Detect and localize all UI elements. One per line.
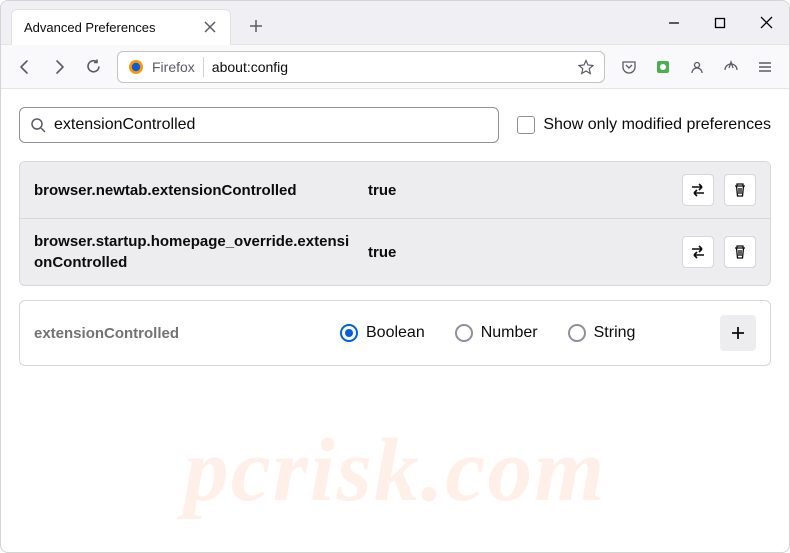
search-input[interactable] bbox=[54, 116, 488, 134]
address-bar[interactable]: Firefox about:config bbox=[117, 51, 605, 83]
address-divider bbox=[203, 57, 204, 77]
radio-boolean[interactable]: Boolean bbox=[340, 324, 425, 342]
radio-label: Boolean bbox=[366, 324, 425, 342]
add-pref-button[interactable] bbox=[720, 315, 756, 351]
radio-label: String bbox=[594, 324, 636, 342]
pref-value: true bbox=[368, 244, 396, 261]
delete-button[interactable] bbox=[724, 236, 756, 268]
about-config-content: Show only modified preferences browser.n… bbox=[1, 89, 789, 366]
pref-value: true bbox=[368, 182, 396, 199]
new-tab-button[interactable] bbox=[241, 15, 271, 37]
pref-row: browser.startup.homepage_override.extens… bbox=[20, 218, 770, 285]
firefox-window: Advanced Preferences bbox=[0, 0, 790, 553]
radio-icon bbox=[568, 324, 586, 342]
tab-title: Advanced Preferences bbox=[24, 20, 156, 35]
watermark: pcrisk.com bbox=[184, 419, 606, 522]
search-row: Show only modified preferences bbox=[19, 107, 771, 143]
back-button[interactable] bbox=[9, 51, 41, 83]
modified-only-checkbox[interactable]: Show only modified preferences bbox=[517, 116, 771, 134]
radio-label: Number bbox=[481, 324, 538, 342]
firefox-icon bbox=[128, 59, 144, 75]
bookmark-star-icon[interactable] bbox=[578, 59, 594, 75]
search-icon bbox=[30, 117, 46, 133]
toggle-button[interactable] bbox=[682, 174, 714, 206]
type-radio-group: Boolean Number String bbox=[340, 324, 635, 342]
radio-icon bbox=[340, 324, 358, 342]
address-context-label: Firefox bbox=[152, 59, 195, 75]
pocket-icon[interactable] bbox=[613, 51, 645, 83]
tab-close-icon[interactable] bbox=[202, 19, 218, 35]
radio-string[interactable]: String bbox=[568, 324, 636, 342]
titlebar: Advanced Preferences bbox=[1, 1, 789, 45]
reload-button[interactable] bbox=[77, 51, 109, 83]
new-pref-row: extensionControlled Boolean Number Strin… bbox=[19, 300, 771, 366]
window-maximize-button[interactable] bbox=[697, 1, 743, 45]
pref-row: browser.newtab.extensionControlled true bbox=[20, 162, 770, 218]
navbar: Firefox about:config bbox=[1, 45, 789, 89]
window-close-button[interactable] bbox=[743, 1, 789, 45]
browser-tab[interactable]: Advanced Preferences bbox=[11, 9, 231, 45]
new-pref-name: extensionControlled bbox=[34, 325, 324, 342]
account-icon[interactable] bbox=[681, 51, 713, 83]
reader-icon[interactable] bbox=[715, 51, 747, 83]
checkbox-text: Show only modified preferences bbox=[543, 116, 771, 134]
delete-button[interactable] bbox=[724, 174, 756, 206]
radio-icon bbox=[455, 324, 473, 342]
toggle-button[interactable] bbox=[682, 236, 714, 268]
forward-button[interactable] bbox=[43, 51, 75, 83]
pref-name: browser.startup.homepage_override.extens… bbox=[34, 231, 354, 273]
address-url: about:config bbox=[212, 59, 288, 75]
pref-name: browser.newtab.extensionControlled bbox=[34, 180, 354, 201]
search-box[interactable] bbox=[19, 107, 499, 143]
window-minimize-button[interactable] bbox=[651, 1, 697, 45]
extension-icon[interactable] bbox=[647, 51, 679, 83]
checkbox-icon bbox=[517, 116, 535, 134]
menu-button[interactable] bbox=[749, 51, 781, 83]
preferences-table: browser.newtab.extensionControlled true … bbox=[19, 161, 771, 286]
radio-number[interactable]: Number bbox=[455, 324, 538, 342]
